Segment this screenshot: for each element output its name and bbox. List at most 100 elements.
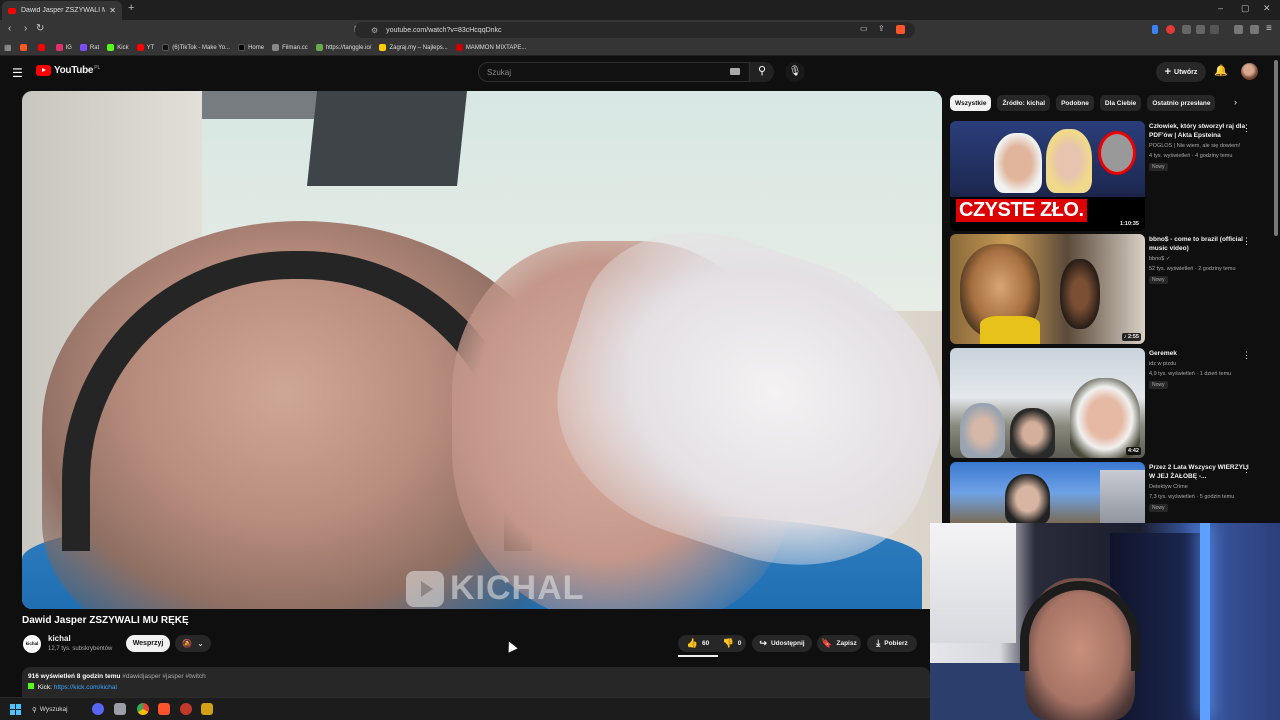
bookmark-item[interactable]: YT [136,44,154,51]
browser-menu-icon[interactable]: ≡ [1266,23,1272,34]
support-button[interactable]: Wesprzyj [126,635,170,652]
share-page-icon[interactable]: ⇪ [878,24,885,33]
chip-all[interactable]: Wszystkie [950,95,992,111]
app-icon[interactable] [201,703,213,715]
bookmark-item[interactable]: Rat [79,44,99,51]
taskbar-search[interactable]: ⚲ Wyszukaj [32,702,82,717]
forward-icon[interactable]: › [24,23,27,34]
chip-from-channel[interactable]: Źródło: kichal [997,95,1051,111]
recommended-title[interactable]: Przez 2 Lata Wszyscy WIERZYLI W JEJ ŻAŁO… [1149,464,1249,481]
recommended-channel[interactable]: idz w pizdu [1149,361,1176,367]
brave-shield-icon[interactable] [896,25,905,34]
reload-icon[interactable]: ↻ [36,23,44,34]
discord-icon[interactable] [92,703,104,715]
bookmark-item[interactable] [19,44,30,51]
back-icon[interactable]: ‹ [8,23,11,34]
bookmark-item[interactable]: Filman.cc [272,44,308,51]
apps-icon[interactable]: ▦ [4,43,12,52]
close-tab-icon[interactable]: ✕ [109,6,116,15]
extension-audio-icon[interactable] [1152,25,1158,34]
notifications-bell-icon[interactable]: 🔔 [1214,64,1228,77]
video-thumbnail[interactable]: CZYSTE ZŁO. 1:10:35 [950,121,1145,231]
bookmark-item[interactable]: MAMMON MIXTAPE... [455,44,526,51]
windows-start-icon[interactable] [10,704,21,715]
chevron-down-icon: ⌄ [197,639,204,648]
recommended-title[interactable]: Geremek [1149,350,1249,359]
recommended-video[interactable]: Przez 2 Lata Wszyscy WIERZYLI W JEJ ŻAŁO… [950,462,1260,524]
thumbnail-person [960,403,1005,458]
kick-link[interactable]: https://kick.com/kichal [54,684,117,691]
thumbnail-person [1060,259,1100,329]
video-thumbnail[interactable]: ♪ 2:55 [950,234,1145,344]
recommended-channel[interactable]: bbno$ ✓ [1149,256,1170,262]
thumbnail-person [994,133,1042,193]
browser-tab[interactable]: Dawid Jasper ZSZYWALI MU RĘKĘ ✕ [2,1,122,20]
bookmark-item[interactable] [37,44,48,51]
brave-icon[interactable] [158,703,170,715]
account-avatar[interactable] [1241,63,1258,80]
hamburger-menu-icon[interactable]: ☰ [12,66,23,80]
chevron-right-icon[interactable]: › [1234,97,1237,107]
bookmark-item[interactable]: IG [55,44,72,51]
youtube-logo[interactable]: YouTube PL [36,65,100,76]
video-thumbnail[interactable] [950,462,1145,524]
recommended-video[interactable]: CZYSTE ZŁO. 1:10:35 Człowiek, który stwo… [950,121,1260,231]
chip-for-you[interactable]: Dla Ciebie [1099,95,1142,111]
bookmark-item[interactable]: https://tanggle.io/ [315,44,371,51]
dislike-button[interactable]: 👎 0 [718,635,746,652]
bookmark-item[interactable]: Zagraj.my – Najleps... [379,44,448,51]
keyboard-icon[interactable] [730,68,740,75]
video-thumbnail[interactable]: 4:42 [950,348,1145,458]
extension-record-icon[interactable] [1166,25,1175,34]
youtube-header: ☰ YouTube PL Szukaj ⚲ 🎙 + Utwórz 🔔 [0,57,1280,87]
video-player[interactable]: KICHAL [22,91,942,609]
recommended-channel[interactable]: Detektyw Crime [1149,484,1188,490]
close-window-icon[interactable]: ✕ [1263,3,1271,14]
app-icon[interactable] [180,703,192,715]
search-button[interactable]: ⚲ [750,62,774,82]
new-tab-icon[interactable]: + [128,2,134,14]
download-button[interactable]: ⤓ Pobierz [867,635,917,652]
chrome-icon[interactable] [137,703,149,715]
more-options-icon[interactable]: ⋮ [1242,236,1251,247]
thumbnail-person [1005,474,1050,524]
search-input[interactable]: Szukaj [478,62,750,82]
recommended-video[interactable]: ♪ 2:55 bbno$ - come to brazil (official … [950,234,1260,344]
subscriber-count: 12,7 tys. subskrybentów [48,646,113,652]
search-icon: ⚲ [757,65,767,77]
channel-name[interactable]: kichal [48,634,71,643]
subscription-button[interactable]: 🔕 ⌄ [175,635,211,652]
download-icon: ⤓ [876,638,881,648]
maximize-icon[interactable]: ▢ [1241,3,1250,14]
media-icon[interactable] [1234,25,1243,34]
voice-search-button[interactable]: 🎙 [785,62,805,82]
recommended-title[interactable]: Człowiek, który stworzył raj dla PDF'ów … [1149,123,1249,140]
extensions-puzzle-icon[interactable] [1196,25,1205,34]
bookmark-item[interactable]: (6)TikTok - Make Yo... [162,44,230,51]
minimize-icon[interactable]: – [1218,3,1223,13]
more-options-icon[interactable]: ⋮ [1242,350,1251,361]
bookmark-item[interactable]: Home [238,44,264,51]
hashtags[interactable]: #dawidjasper #jasper #twitch [122,673,205,680]
cast-icon[interactable]: ▭ [860,24,868,33]
sidebar-icon[interactable] [1210,25,1219,34]
recommended-channel[interactable]: POGLOS | Nie wiem, ale się dowiem! [1149,143,1240,149]
more-options-icon[interactable]: ⋮ [1242,464,1251,475]
save-button[interactable]: 🔖 Zapisz [817,635,861,652]
recommended-video[interactable]: 4:42 Geremek idz w pizdu 4,9 tys. wyświe… [950,348,1260,458]
chip-related[interactable]: Podobne [1056,95,1094,111]
recommended-title[interactable]: bbno$ - come to brazil (official music v… [1149,236,1249,253]
bookmark-item[interactable]: Kick [107,44,129,51]
wallet-icon[interactable] [1250,25,1259,34]
extension-icon[interactable] [1182,25,1191,34]
page-scrollbar[interactable] [1274,60,1278,236]
channel-avatar[interactable]: kichal [23,635,41,653]
file-explorer-icon[interactable] [114,703,126,715]
site-settings-icon[interactable]: ⚙ [371,26,378,35]
chip-recently-uploaded[interactable]: Ostatnio przesłane [1147,95,1216,111]
create-button[interactable]: + Utwórz [1156,62,1206,82]
more-options-icon[interactable]: ⋮ [1242,123,1251,134]
share-button[interactable]: ↪ Udostępnij [752,635,812,652]
like-button[interactable]: 👍 60 [678,635,718,652]
address-bar[interactable]: ⚙ youtube.com/watch?v=83cHcqqDnkc [355,22,915,38]
